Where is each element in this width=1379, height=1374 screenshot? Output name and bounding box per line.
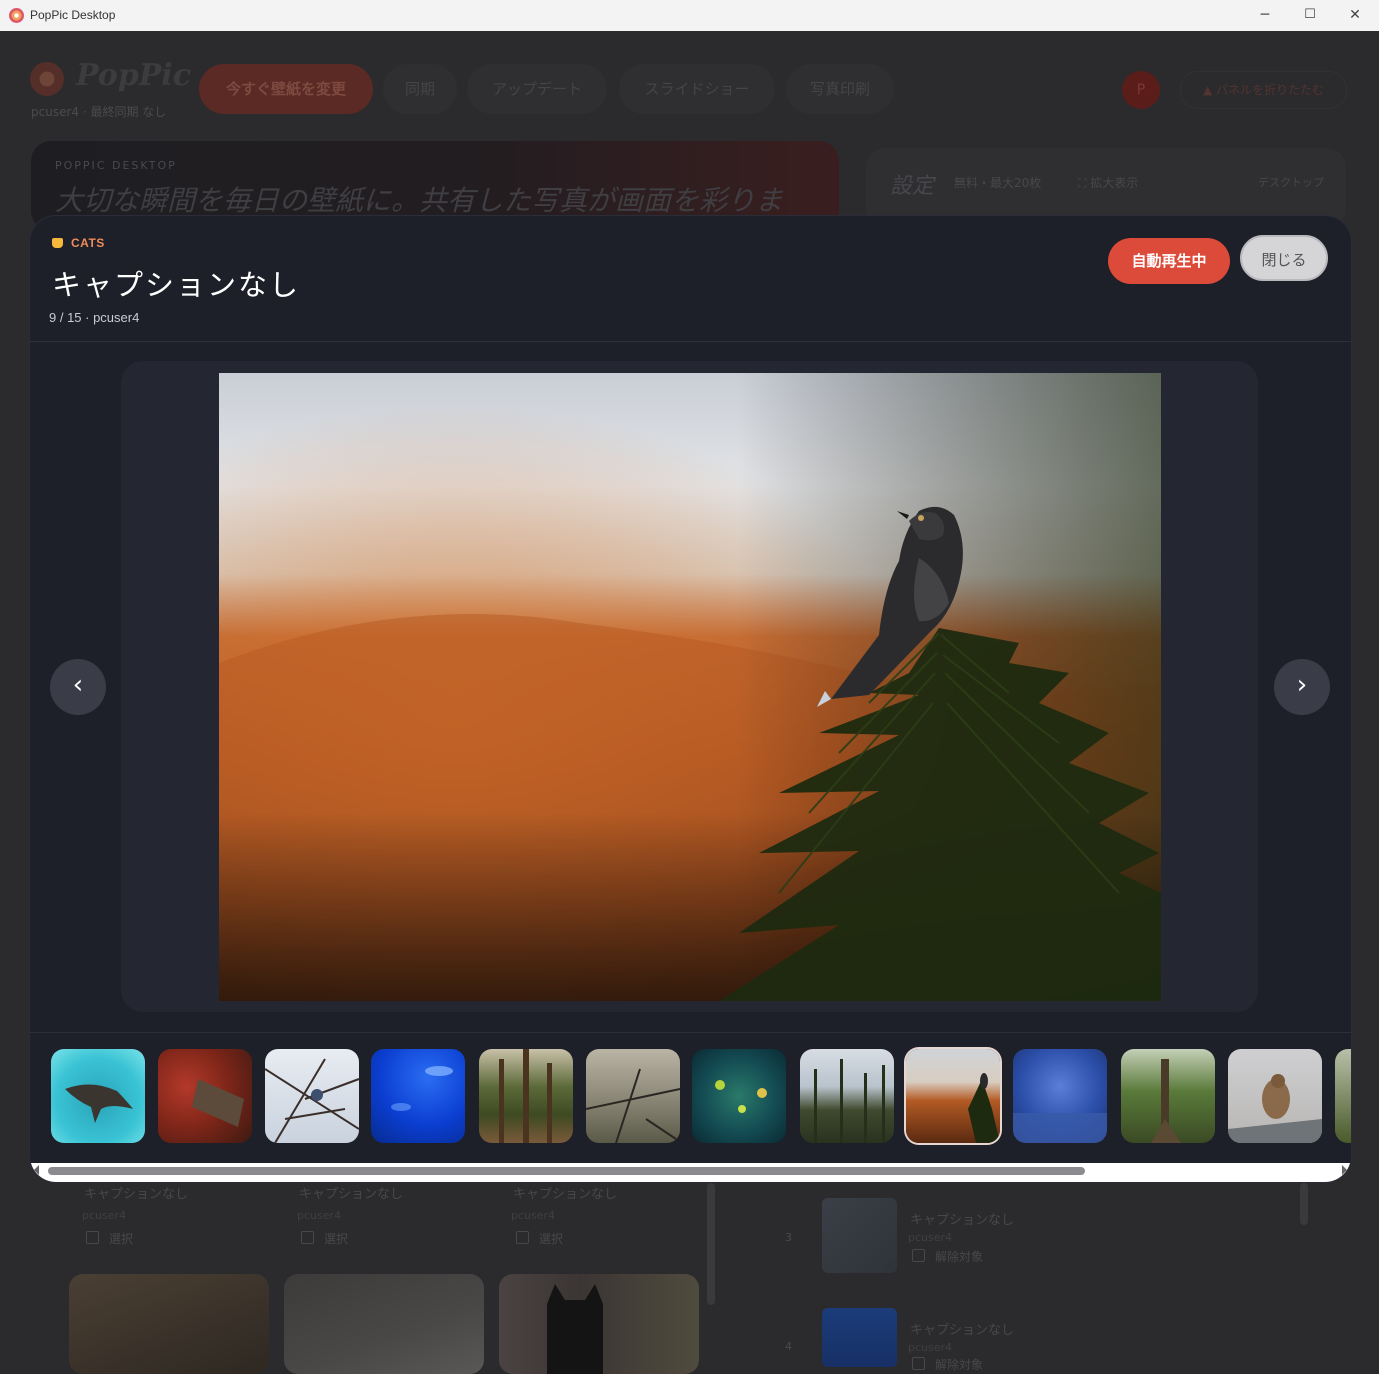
card-user: pcuser4 xyxy=(511,1209,556,1222)
scroll-right-icon[interactable] xyxy=(1342,1165,1347,1175)
maximize-button[interactable]: ☐ xyxy=(1287,0,1333,31)
queue-rank: 4 xyxy=(785,1340,792,1353)
hero-headline: 大切な瞬間を毎日の壁紙に。共有した写真が画面を彩りま xyxy=(55,184,784,217)
photo-caption: キャプションなし xyxy=(52,268,301,302)
main-photo xyxy=(219,373,1161,1001)
card-caption: キャプションなし xyxy=(513,1187,618,1202)
thumbnail-pine-sunrise[interactable] xyxy=(800,1049,894,1143)
card-user: pcuser4 xyxy=(82,1209,127,1222)
zoom-toggle[interactable]: ⛶ 拡大表示 xyxy=(1078,174,1138,191)
card-user: pcuser4 xyxy=(297,1209,342,1222)
cat-silhouette-icon xyxy=(547,1284,603,1374)
minimize-button[interactable]: ─ xyxy=(1242,0,1288,31)
fish-icon xyxy=(391,1066,453,1111)
gallery-scrollbar[interactable] xyxy=(707,1183,715,1305)
twigs-icon xyxy=(586,1068,680,1143)
queue-remove-checkbox[interactable]: 解除対象 xyxy=(912,1356,983,1373)
thumbnail-blue-reef[interactable] xyxy=(1013,1049,1107,1143)
thumbnail-forest[interactable] xyxy=(479,1049,573,1143)
gallery-photo[interactable] xyxy=(284,1274,484,1374)
nav-sync[interactable]: 同期 xyxy=(383,64,457,114)
thumbnail-reef[interactable] xyxy=(692,1049,786,1143)
nav-update[interactable]: アップデート xyxy=(467,64,607,114)
scrollbar-thumb[interactable] xyxy=(48,1167,1085,1175)
nav-slideshow[interactable]: スライドショー xyxy=(619,64,775,114)
queue-caption: キャプションなし xyxy=(910,1323,1015,1338)
logo-icon xyxy=(30,62,64,96)
bird-pine-icon xyxy=(968,1073,1000,1143)
thumbnail-forest-edge[interactable] xyxy=(1335,1049,1351,1143)
change-wallpaper-button[interactable]: 今すぐ壁紙を変更 xyxy=(199,64,373,114)
photo-position: 9 / 15 · pcuser4 xyxy=(49,310,140,325)
hero-eyebrow: POPPIC DESKTOP xyxy=(55,159,177,172)
queue-user: pcuser4 xyxy=(908,1231,953,1244)
thumbnail-bird-pine[interactable] xyxy=(906,1049,1000,1143)
queue-user: pcuser4 xyxy=(908,1341,953,1354)
photo-viewer-modal: CATS キャプションなし 9 / 15 · pcuser4 自動再生中 閉じる xyxy=(30,216,1351,1182)
branches-icon xyxy=(265,1058,359,1143)
viewer-header: CATS キャプションなし 9 / 15 · pcuser4 自動再生中 閉じる xyxy=(30,216,1351,342)
stump-icon xyxy=(1151,1059,1181,1143)
plan-badge: 無料・最大20枚 xyxy=(954,176,1042,190)
queue-rank: 3 xyxy=(785,1231,792,1244)
app-icon xyxy=(9,8,24,23)
scroll-left-icon[interactable] xyxy=(34,1165,39,1175)
card-select-checkbox[interactable]: 選択 xyxy=(516,1230,563,1247)
thumbnail-autumn-log[interactable] xyxy=(158,1049,252,1143)
shark-icon xyxy=(65,1084,133,1123)
gallery-photo[interactable] xyxy=(499,1274,699,1374)
thumbnail-aquarium[interactable] xyxy=(371,1049,465,1143)
cat-emoji-icon xyxy=(52,238,63,248)
bird-on-pine-photo xyxy=(219,373,1161,1001)
queue-photo[interactable] xyxy=(822,1308,897,1367)
window-title: PopPic Desktop xyxy=(30,8,116,22)
category-label: CATS xyxy=(52,236,105,250)
reef-fish-icon xyxy=(715,1080,767,1113)
gallery-photo[interactable] xyxy=(69,1274,269,1374)
queue-remove-checkbox[interactable]: 解除対象 xyxy=(912,1248,983,1265)
app-logo: PopPic xyxy=(76,58,191,93)
card-select-checkbox[interactable]: 選択 xyxy=(86,1230,133,1247)
log-icon xyxy=(192,1079,244,1127)
card-select-checkbox[interactable]: 選択 xyxy=(301,1230,348,1247)
nav-print[interactable]: 写真印刷 xyxy=(786,64,894,114)
sparrow-icon xyxy=(1228,1074,1322,1143)
queue-caption: キャプションなし xyxy=(910,1213,1015,1228)
settings-target[interactable]: デスクトップ xyxy=(1258,174,1324,190)
queue-scrollbar[interactable] xyxy=(1300,1183,1308,1225)
autoplay-button[interactable]: 自動再生中 xyxy=(1108,238,1230,284)
thumbnail-scrollbar[interactable] xyxy=(30,1163,1351,1182)
thumbnail-stump[interactable] xyxy=(1121,1049,1215,1143)
card-caption: キャプションなし xyxy=(299,1187,404,1202)
trees-icon xyxy=(499,1049,552,1143)
avatar[interactable]: P xyxy=(1122,71,1160,109)
close-window-button[interactable]: ✕ xyxy=(1332,0,1378,31)
thumbnail-bird-twigs[interactable] xyxy=(586,1049,680,1143)
card-caption: キャプションなし xyxy=(84,1187,189,1202)
settings-title: 設定 xyxy=(890,174,935,199)
prev-photo-button[interactable]: ‹ xyxy=(50,659,106,715)
thumbnail-bird-branches[interactable] xyxy=(265,1049,359,1143)
photo-stage xyxy=(121,361,1258,1012)
queue-photo[interactable] xyxy=(822,1198,897,1273)
thumbnail-sparrow[interactable] xyxy=(1228,1049,1322,1143)
thumbnail-strip xyxy=(30,1032,1351,1182)
close-viewer-button[interactable]: 閉じる xyxy=(1240,235,1328,281)
collapse-panel-button[interactable]: ▲ パネルを折りたたむ xyxy=(1180,71,1347,109)
thumbnail-shark[interactable] xyxy=(51,1049,145,1143)
rocks-icon xyxy=(1013,1113,1107,1143)
window-titlebar: PopPic Desktop ─ ☐ ✕ xyxy=(0,0,1379,32)
pine-trees-icon xyxy=(814,1059,885,1143)
next-photo-button[interactable]: › xyxy=(1274,659,1330,715)
app-subtitle: pcuser4 · 最終同期 なし xyxy=(31,105,167,119)
